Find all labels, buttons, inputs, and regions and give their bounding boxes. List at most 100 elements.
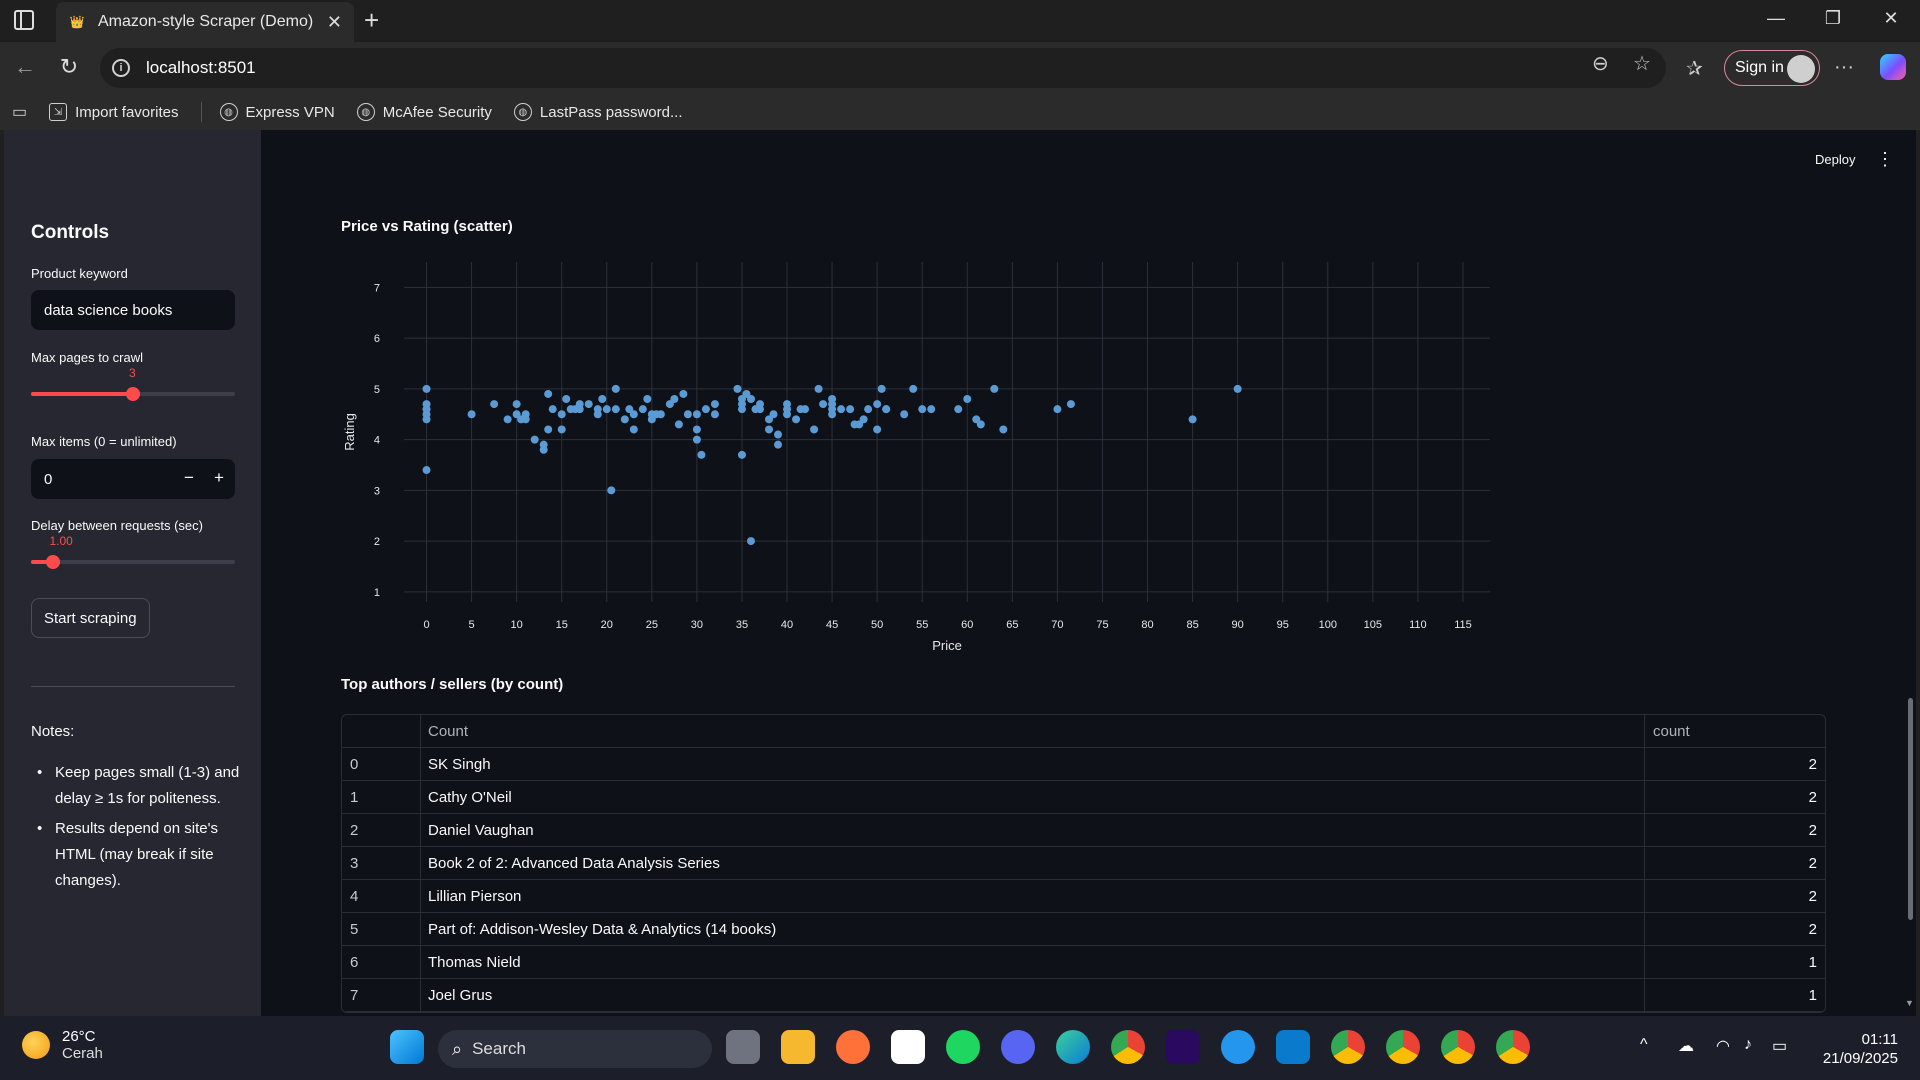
favorites-icon[interactable]: ✰ <box>1686 56 1703 81</box>
sign-in-button[interactable]: Sign in <box>1724 50 1820 86</box>
app-icon[interactable] <box>836 1030 870 1064</box>
max-pages-value: 3 <box>129 366 136 380</box>
scatter-point <box>976 420 985 429</box>
edge-icon[interactable] <box>1056 1030 1090 1064</box>
authors-table[interactable]: Count count 0 SK Singh 2 1 Cathy O'Neil … <box>341 714 1826 1013</box>
delay-slider-thumb[interactable] <box>46 555 61 569</box>
site-info-icon[interactable]: i <box>112 59 130 77</box>
main-menu-icon[interactable]: ⋮ <box>1876 150 1894 168</box>
reading-view-icon[interactable]: ▭ <box>12 102 27 122</box>
url-text[interactable]: localhost:8501 <box>146 58 256 78</box>
scatter-point <box>679 389 688 398</box>
favorite-express-vpn[interactable]: ◍ Express VPN <box>219 103 335 121</box>
chrome-profile-icon[interactable] <box>1496 1030 1530 1064</box>
x-tick-label: 85 <box>1186 619 1198 631</box>
favorite-star-icon[interactable]: ☆ <box>1633 51 1651 76</box>
address-bar[interactable]: i localhost:8501 <box>100 48 1666 88</box>
scatter-point <box>490 400 499 409</box>
table-row[interactable]: 2 Daniel Vaughan 2 <box>342 814 1825 847</box>
close-tab-icon[interactable]: ✕ <box>327 12 342 33</box>
chrome-profile-icon[interactable] <box>1386 1030 1420 1064</box>
discord-icon[interactable] <box>1001 1030 1035 1064</box>
file-explorer-icon[interactable] <box>781 1030 815 1064</box>
spotify-icon[interactable] <box>946 1030 980 1064</box>
scatter-point <box>814 384 823 393</box>
y-tick-label: 5 <box>374 384 380 396</box>
page-scrollbar[interactable] <box>1908 698 1913 920</box>
table-row[interactable]: 1 Cathy O'Neil 2 <box>342 781 1825 814</box>
scatter-point <box>692 425 701 434</box>
show-hidden-icons-icon[interactable]: ^ <box>1640 1036 1648 1054</box>
browser-tab[interactable]: 👑 Amazon-style Scraper (Demo) ✕ <box>56 2 354 42</box>
keyword-input[interactable]: data science books <box>31 290 235 330</box>
table-row[interactable]: 3 Book 2 of 2: Advanced Data Analysis Se… <box>342 847 1825 880</box>
max-items-value[interactable]: 0 <box>44 471 52 488</box>
table-row[interactable]: 4 Lillian Pierson 2 <box>342 880 1825 913</box>
row-index: 3 <box>342 847 421 879</box>
scatter-point <box>697 450 706 459</box>
refresh-icon[interactable]: ↻ <box>56 56 82 78</box>
start-scraping-button[interactable]: Start scraping <box>31 598 150 638</box>
scatter-point <box>774 430 783 439</box>
more-options-icon[interactable]: ··· <box>1834 56 1854 79</box>
increment-button[interactable]: + <box>209 468 229 488</box>
premiere-icon[interactable] <box>1166 1030 1200 1064</box>
max-pages-slider[interactable]: 3 <box>31 366 235 401</box>
notion-icon[interactable] <box>891 1030 925 1064</box>
minimize-icon[interactable]: — <box>1766 8 1786 29</box>
max-pages-label: Max pages to crawl <box>31 350 143 365</box>
scroll-down-icon[interactable]: ▼ <box>1905 998 1914 1008</box>
start-icon[interactable] <box>390 1030 424 1064</box>
table-row[interactable]: 0 SK Singh 2 <box>342 748 1825 781</box>
y-axis-label: Rating <box>342 413 357 451</box>
volume-icon[interactable]: ♪ <box>1744 1036 1752 1054</box>
window-close-icon[interactable]: ✕ <box>1881 8 1901 29</box>
taskbar-clock[interactable]: 01:11 21/09/2025 <box>1818 1030 1898 1068</box>
favorite-label: LastPass password... <box>539 103 683 121</box>
deploy-button[interactable]: Deploy <box>1815 152 1855 167</box>
task-view-icon[interactable] <box>726 1030 760 1064</box>
weather-widget[interactable]: 26°C Cerah <box>22 1028 103 1062</box>
max-items-input[interactable]: 0 − + <box>31 459 235 499</box>
price-rating-scatter-chart[interactable]: 0 5 10 15 20 25 30 35 40 45 50 55 60 65 70 75 80 85 90 95 10… <box>340 242 1840 652</box>
name-header[interactable]: Count <box>421 715 1645 747</box>
sidebar-title: Controls <box>31 222 110 243</box>
zoom-icon[interactable]: ⊖ <box>1592 51 1609 76</box>
scatter-point <box>521 415 530 424</box>
table-row[interactable]: 6 Thomas Nield 1 <box>342 946 1825 979</box>
scatter-point <box>544 425 553 434</box>
vscode-icon[interactable] <box>1276 1030 1310 1064</box>
table-row[interactable]: 5 Part of: Addison-Wesley Data & Analyti… <box>342 913 1825 946</box>
max-pages-slider-thumb[interactable] <box>126 387 140 401</box>
chrome-profile-icon[interactable] <box>1441 1030 1475 1064</box>
restore-icon[interactable]: ❐ <box>1823 8 1843 29</box>
wifi-icon[interactable]: ◠ <box>1716 1036 1730 1056</box>
favorite-import[interactable]: ⇲ Import favorites <box>49 103 179 121</box>
decrement-button[interactable]: − <box>179 468 199 488</box>
index-header[interactable] <box>342 715 421 747</box>
row-name: Daniel Vaughan <box>421 814 1645 846</box>
favorite-lastpass[interactable]: ◍ LastPass password... <box>513 103 683 121</box>
count-header[interactable]: count <box>1645 715 1825 747</box>
scatter-point <box>629 425 638 434</box>
favorite-mcafee[interactable]: ◍ McAfee Security <box>356 103 492 121</box>
x-tick-label: 35 <box>736 619 748 631</box>
back-icon[interactable]: ← <box>12 56 38 78</box>
docker-icon[interactable] <box>1221 1030 1255 1064</box>
battery-icon[interactable]: ▭ <box>1772 1036 1787 1056</box>
new-tab-icon[interactable]: + <box>364 6 379 34</box>
chrome-profile-icon[interactable] <box>1331 1030 1365 1064</box>
x-tick-label: 90 <box>1232 619 1244 631</box>
delay-slider[interactable]: 1.00 <box>31 534 235 569</box>
taskbar-search[interactable]: ⌕ Search <box>438 1030 712 1068</box>
chrome-icon[interactable] <box>1111 1030 1145 1064</box>
scatter-point <box>422 405 431 414</box>
onedrive-icon[interactable]: ☁ <box>1678 1036 1694 1056</box>
y-tick-label: 1 <box>374 587 380 599</box>
table-row[interactable]: 7 Joel Grus 1 <box>342 979 1825 1012</box>
streamlit-app: Controls Product keyword data science bo… <box>4 130 1916 1016</box>
browser-tab-strip: 👑 Amazon-style Scraper (Demo) ✕ + — ❐ ✕ <box>0 0 1920 42</box>
copilot-icon[interactable] <box>1880 54 1906 80</box>
scatter-point <box>873 400 882 409</box>
tab-actions-icon[interactable] <box>14 10 34 30</box>
